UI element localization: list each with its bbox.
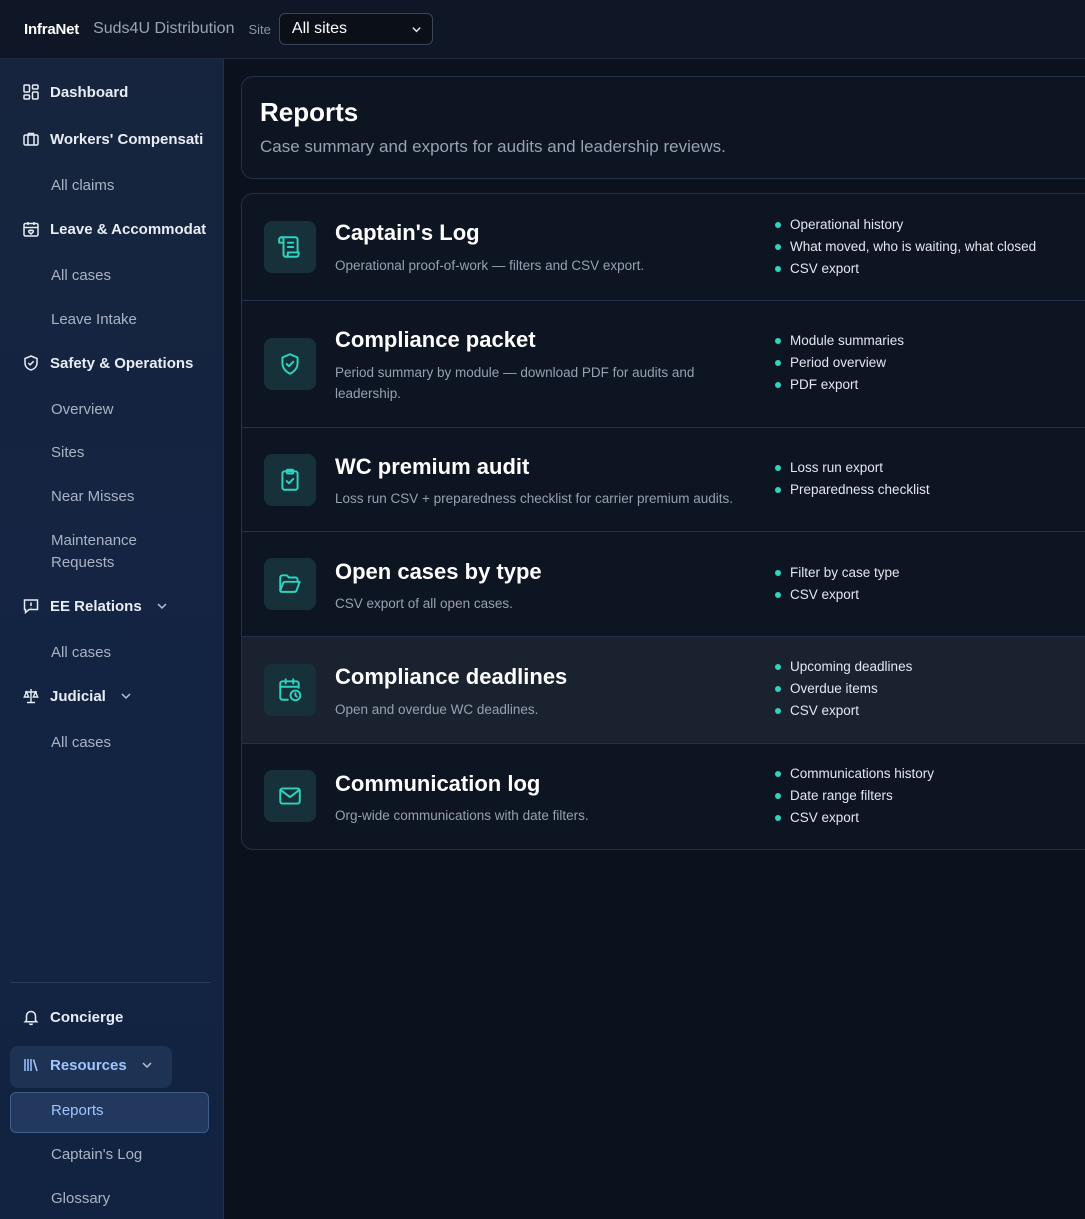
sidebar-item-workers-comp[interactable]: Workers' Compensati (22, 130, 210, 148)
report-row-wc-premium-audit[interactable]: WC premium audit Loss run CSV + prepared… (242, 427, 1085, 531)
page-subtitle: Case summary and exports for audits and … (260, 137, 726, 156)
report-title: Communication log (335, 771, 541, 796)
shield-check-icon (22, 354, 40, 372)
sidebar-item-label: Judicial (50, 687, 106, 705)
sidebar-item-dashboard[interactable]: Dashboard (22, 83, 128, 101)
report-row-captains-log[interactable]: Captain's Log Operational proof-of-work … (242, 194, 1085, 300)
feature-item: Operational history (775, 214, 1036, 236)
report-features: Loss run export Preparedness checklist (775, 457, 930, 501)
feature-item: Period overview (775, 352, 904, 374)
sidebar-item-leave[interactable]: Leave & Accommodat (22, 220, 210, 238)
sidebar-subitem-sites[interactable]: Sites (51, 442, 84, 464)
page-header: Reports Case summary and exports for aud… (241, 76, 1085, 179)
chevron-down-icon (156, 600, 168, 612)
org-name: Suds4U Distribution (93, 20, 235, 37)
sidebar-divider (10, 982, 210, 983)
report-row-open-cases-by-type[interactable]: Open cases by type CSV export of all ope… (242, 531, 1085, 636)
brand-logo[interactable]: InfraNet (24, 21, 79, 38)
feature-item: PDF export (775, 374, 904, 396)
report-description: Operational proof-of-work — filters and … (335, 258, 645, 273)
bell-icon (22, 1008, 40, 1026)
mail-icon (264, 770, 316, 822)
chevron-down-icon (120, 690, 132, 702)
report-row-compliance-packet[interactable]: Compliance packet Period summary by modu… (242, 300, 1085, 427)
sidebar-item-resources[interactable]: Resources (22, 1056, 153, 1074)
feature-item: Communications history (775, 763, 934, 785)
sidebar-item-concierge[interactable]: Concierge (22, 1008, 123, 1026)
report-description: CSV export of all open cases. (335, 596, 513, 611)
report-title: Captain's Log (335, 220, 480, 245)
active-nav-highlight (10, 1092, 209, 1133)
message-alert-icon (22, 597, 40, 615)
sidebar: Dashboard Workers' Compensati All claims… (0, 59, 224, 1219)
feature-item: Preparedness checklist (775, 479, 930, 501)
feature-item: CSV export (775, 807, 934, 829)
sidebar-subitem-all-cases[interactable]: All cases (51, 265, 111, 287)
report-title: Compliance deadlines (335, 664, 568, 689)
report-description: Loss run CSV + preparedness checklist fo… (335, 491, 734, 506)
report-description: Org-wide communications with date filter… (335, 808, 589, 823)
calendar-heart-icon (22, 220, 40, 238)
report-features: Filter by case type CSV export (775, 562, 900, 606)
site-select-value: All sites (291, 20, 348, 37)
site-label: Site (248, 21, 271, 37)
clipboard-check-icon (264, 454, 316, 506)
report-features: Module summaries Period overview PDF exp… (775, 330, 904, 396)
sidebar-subitem-overview[interactable]: Overview (51, 399, 114, 421)
top-bar: InfraNet Suds4U Distribution Site All si… (0, 0, 1085, 59)
sidebar-item-label: Safety & Operations (50, 354, 194, 372)
report-description: Open and overdue WC deadlines. (335, 702, 539, 717)
report-row-communication-log[interactable]: Communication log Org-wide communication… (242, 743, 1085, 849)
shield-check-icon (264, 338, 316, 390)
sidebar-subitem-maintenance-requests[interactable]: Maintenance Requests (51, 530, 161, 574)
report-row-compliance-deadlines[interactable]: Compliance deadlines Open and overdue WC… (242, 636, 1085, 743)
feature-item: Overdue items (775, 678, 912, 700)
sidebar-item-label: Resources (50, 1056, 127, 1074)
sidebar-item-label: Workers' Compensati (50, 130, 204, 148)
sidebar-item-label: Dashboard (50, 83, 129, 101)
feature-item: CSV export (775, 584, 900, 606)
sidebar-subitem-reports[interactable]: Reports (51, 1100, 104, 1122)
feature-item: CSV export (775, 258, 1036, 280)
sidebar-subitem-all-cases[interactable]: All cases (51, 642, 111, 664)
sidebar-item-safety[interactable]: Safety & Operations (22, 354, 193, 372)
report-title: Compliance packet (335, 327, 536, 352)
feature-item: CSV export (775, 700, 912, 722)
calendar-clock-icon (264, 664, 316, 716)
grid-icon (22, 83, 40, 101)
sidebar-item-label: Concierge (50, 1008, 124, 1026)
chevron-down-icon (412, 26, 421, 32)
feature-item: Date range filters (775, 785, 934, 807)
sidebar-subitem-all-cases[interactable]: All cases (51, 732, 111, 754)
sidebar-item-label: EE Relations (50, 597, 142, 615)
sidebar-subitem-captains-log[interactable]: Captain's Log (51, 1144, 142, 1166)
site-select[interactable]: All sites (278, 13, 433, 45)
folder-open-icon (264, 558, 316, 610)
page-title: Reports (260, 97, 359, 127)
feature-item: What moved, who is waiting, what closed (775, 236, 1036, 258)
feature-item: Upcoming deadlines (775, 656, 912, 678)
reports-list: Captain's Log Operational proof-of-work … (241, 193, 1085, 850)
scale-icon (22, 687, 40, 705)
sidebar-subitem-near-misses[interactable]: Near Misses (51, 486, 134, 508)
sidebar-item-ee-relations[interactable]: EE Relations (22, 597, 168, 615)
report-description: Period summary by module — download PDF … (335, 365, 695, 401)
briefcase-icon (22, 130, 40, 148)
feature-item: Module summaries (775, 330, 904, 352)
report-features: Upcoming deadlines Overdue items CSV exp… (775, 656, 912, 722)
feature-item: Filter by case type (775, 562, 900, 584)
sidebar-subitem-glossary[interactable]: Glossary (51, 1188, 110, 1210)
report-title: WC premium audit (335, 454, 530, 479)
sidebar-item-judicial[interactable]: Judicial (22, 687, 132, 705)
feature-item: Loss run export (775, 457, 930, 479)
report-features: Operational history What moved, who is w… (775, 214, 1036, 280)
sidebar-item-label: Leave & Accommodat (50, 220, 207, 238)
sidebar-subitem-all-claims[interactable]: All claims (51, 175, 114, 197)
sidebar-subitem-leave-intake[interactable]: Leave Intake (51, 309, 137, 331)
report-features: Communications history Date range filter… (775, 763, 934, 829)
library-icon (22, 1056, 40, 1074)
report-title: Open cases by type (335, 559, 542, 584)
chevron-down-icon (141, 1059, 153, 1071)
scroll-icon (264, 221, 316, 273)
